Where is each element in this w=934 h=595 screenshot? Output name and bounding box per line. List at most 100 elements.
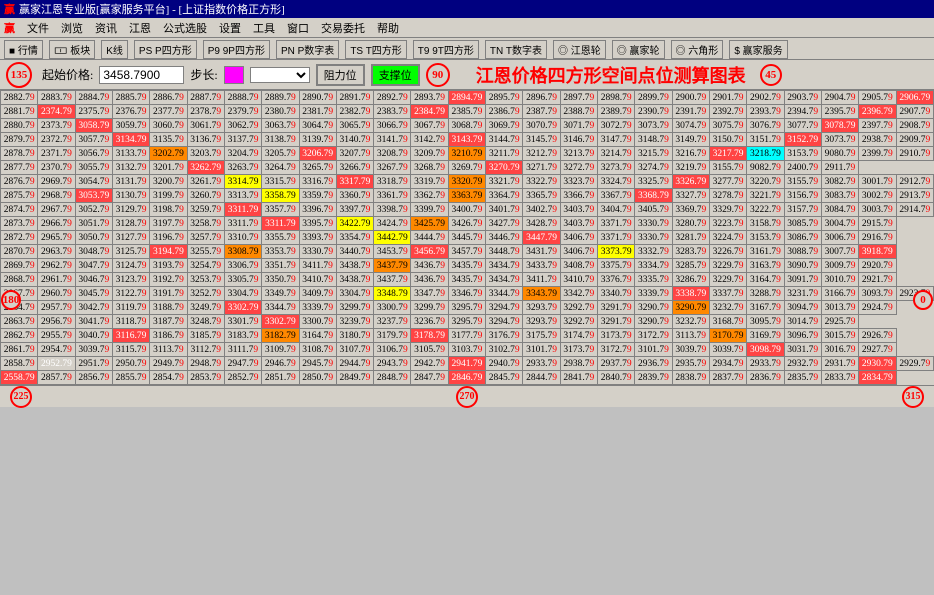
table-row: 2874.79 2967.79 3052.79 3129.79 3198.79 … (1, 203, 934, 217)
cell: 3208.79 (374, 147, 411, 161)
step-select[interactable] (250, 67, 310, 83)
btn-hq[interactable]: ■ 行情 (4, 40, 43, 59)
cell: 3133.79 (112, 147, 149, 161)
menu-browse[interactable]: 浏览 (61, 20, 83, 36)
cell: 3239.79 (336, 315, 373, 329)
cell: 3330.79 (635, 231, 672, 245)
cell: 3332.79 (635, 245, 672, 259)
cell: 2372.79 (38, 133, 75, 147)
menu-settings[interactable]: 设置 (219, 20, 241, 36)
cell: 2916.79 (859, 231, 896, 245)
menu-jiangen[interactable]: 江恩 (129, 20, 151, 36)
cell: 3326.79 (672, 175, 709, 189)
cell: 3107.79 (336, 343, 373, 357)
btn-t4[interactable]: TS T四方形 (345, 40, 406, 59)
label-135: 135 (6, 62, 32, 88)
cell: 3436.79 (411, 259, 448, 273)
cell: 3207.79 (336, 147, 373, 161)
cell: 2877.79 (1, 161, 38, 175)
cell: 3447.79 (523, 231, 560, 245)
cell: 3205.79 (262, 147, 299, 161)
start-price-input[interactable] (99, 66, 184, 84)
btn-6jx[interactable]: ◎ 六角形 (671, 40, 724, 59)
cell: 3401.79 (486, 203, 523, 217)
cell: 2386.79 (486, 105, 523, 119)
zhicheng-button[interactable]: 支撑位 (371, 64, 420, 86)
cell: 3226.79 (709, 245, 746, 259)
cell: 3259.79 (187, 203, 224, 217)
table-row: 2873.79 2966.79 3051.79 3128.79 3197.79 … (1, 217, 934, 231)
table-row: 2870.79 2963.79 3048.79 3125.79 3194.79 … (1, 245, 934, 259)
menu-file[interactable]: 文件 (27, 20, 49, 36)
cell: 2903.79 (784, 91, 821, 105)
price-table-container: 2882.79 2883.79 2884.79 2885.79 2886.79 … (0, 90, 934, 385)
cell: 3015.79 (821, 329, 858, 343)
cell: 3344.79 (262, 301, 299, 315)
cell: 2890.79 (299, 91, 336, 105)
cell: 2370.79 (38, 161, 75, 175)
menu-tools[interactable]: 工具 (253, 20, 275, 36)
btn-pnum[interactable]: PN P数字表 (276, 40, 339, 59)
cell: 3442.79 (374, 231, 411, 245)
btn-p4[interactable]: PS P四方形 (134, 40, 197, 59)
main-title: 江恩价格四方形空间点位测算图表 (476, 62, 746, 88)
cell: 3096.79 (784, 329, 821, 343)
cell: 3164.79 (299, 329, 336, 343)
zuli-button[interactable]: 阻力位 (316, 64, 365, 86)
cell: 3437.79 (374, 259, 411, 273)
cell: 3042.79 (75, 301, 112, 315)
menu-win[interactable]: 赢 (4, 20, 15, 36)
cell: 3065.79 (336, 119, 373, 133)
cell: 3046.79 (75, 273, 112, 287)
menu-zixun[interactable]: 资讯 (95, 20, 117, 36)
cell: 3199.79 (150, 189, 187, 203)
btn-9p4[interactable]: P9 9P四方形 (203, 40, 270, 59)
btn-bk[interactable]: 🀱 板块 (49, 40, 95, 59)
cell: 2376.79 (112, 105, 149, 119)
cell: 3173.79 (598, 329, 635, 343)
cell: 3364.79 (486, 189, 523, 203)
cell: 3339.79 (635, 287, 672, 301)
cell: 2396.79 (859, 105, 896, 119)
cell: 3411.79 (299, 259, 336, 273)
cell: 3343.79 (523, 287, 560, 301)
cell: 3152.79 (784, 133, 821, 147)
btn-yj[interactable]: $ 赢家服务 (729, 40, 787, 59)
cell: 3173.79 (560, 343, 597, 357)
btn-9t4[interactable]: T9 9T四方形 (413, 40, 479, 59)
control-bar: 135 起始价格: 步长: 阻力位 支撑位 90 江恩价格四方形空间点位测算图表… (0, 60, 934, 90)
menu-trade[interactable]: 交易委托 (321, 20, 365, 36)
cell: 3075.79 (709, 119, 746, 133)
cell: 3444.79 (411, 231, 448, 245)
cell: 2880.79 (1, 119, 38, 133)
cell: 3122.79 (112, 287, 149, 301)
menu-help[interactable]: 帮助 (377, 20, 399, 36)
cell: 3292.79 (560, 301, 597, 315)
cell: 3398.79 (374, 203, 411, 217)
cell: 3426.79 (448, 217, 485, 231)
cell: 2836.79 (747, 371, 784, 385)
cell: 2910.79 (896, 147, 934, 161)
cell: 3351.79 (262, 259, 299, 273)
cell: 2870.79 (1, 245, 38, 259)
cell: 3206.79 (299, 147, 336, 161)
btn-yjl[interactable]: ◎ 赢家轮 (612, 40, 665, 59)
table-row: 2881.79 2374.79 2375.79 2376.79 2377.79 … (1, 105, 934, 119)
cell: 3330.79 (635, 217, 672, 231)
label-0: 0 (913, 290, 933, 310)
cell: 9082.79 (747, 161, 784, 175)
btn-tn[interactable]: TN T数字表 (485, 40, 547, 59)
cell: 2837.79 (709, 371, 746, 385)
cell: 3172.79 (635, 329, 672, 343)
menu-window[interactable]: 窗口 (287, 20, 309, 36)
btn-jeln[interactable]: ◎ 江恩轮 (553, 40, 606, 59)
cell: 2384.79 (411, 105, 448, 119)
step-input[interactable] (224, 66, 244, 84)
menu-formula[interactable]: 公式选股 (163, 20, 207, 36)
cell: 3347.79 (411, 287, 448, 301)
cell: 2374.79 (38, 105, 75, 119)
cell: 3403.79 (560, 217, 597, 231)
btn-kx[interactable]: K线 (101, 40, 128, 59)
cell: 3327.79 (672, 189, 709, 203)
cell: 2878.79 (1, 147, 38, 161)
